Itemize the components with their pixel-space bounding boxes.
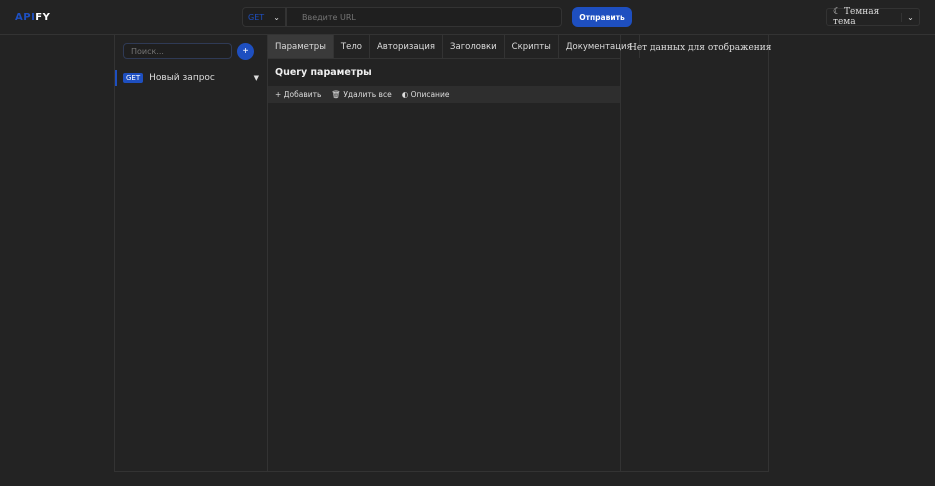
empty-response-text: Нет данных для отображения — [629, 43, 772, 53]
logo[interactable]: APIFY — [15, 12, 50, 23]
section-title: Query параметры — [275, 67, 372, 78]
method-badge: GET — [123, 73, 144, 83]
chevron-down-icon[interactable]: ⌄ — [901, 12, 919, 22]
request-item[interactable]: GET Новый запрос ▼ — [115, 70, 267, 86]
method-select[interactable]: GET ⌄ — [242, 7, 286, 27]
params-toolbar: + Добавить 🗑 Удалить все ◐ Описание — [268, 86, 620, 103]
search-input[interactable] — [123, 43, 232, 59]
send-button[interactable]: Отправить — [572, 7, 632, 27]
moon-icon: ☾ — [833, 7, 844, 17]
url-input[interactable] — [286, 7, 562, 27]
response-panel: Нет данных для отображения — [621, 35, 772, 472]
request-name: Новый запрос — [149, 73, 215, 83]
add-param-button[interactable]: + Добавить — [275, 90, 321, 99]
tab-body[interactable]: Тело — [334, 35, 370, 58]
sidebar: + GET Новый запрос ▼ — [114, 35, 267, 472]
tabs: Параметры Тело Авторизация Заголовки Скр… — [268, 35, 640, 59]
tab-scripts[interactable]: Скрипты — [505, 35, 559, 58]
delete-all-button[interactable]: 🗑 Удалить все — [331, 90, 391, 99]
add-request-button[interactable]: + — [237, 43, 254, 60]
description-toggle[interactable]: ◐ Описание — [402, 90, 450, 99]
tab-headers[interactable]: Заголовки — [443, 35, 505, 58]
tab-auth[interactable]: Авторизация — [370, 35, 444, 58]
chevron-down-icon: ⌄ — [273, 12, 280, 22]
trash-icon: 🗑 — [331, 90, 341, 99]
header: APIFY GET⌄ Отправить ☾ Темная тема⌄ — [0, 0, 935, 35]
request-editor: Параметры Тело Авторизация Заголовки Скр… — [267, 35, 640, 472]
theme-select[interactable]: ☾ Темная тема ⌄ — [826, 7, 920, 27]
caret-down-icon[interactable]: ▼ — [254, 74, 259, 82]
toggle-icon: ◐ — [401, 90, 409, 99]
tab-params[interactable]: Параметры — [268, 35, 334, 58]
